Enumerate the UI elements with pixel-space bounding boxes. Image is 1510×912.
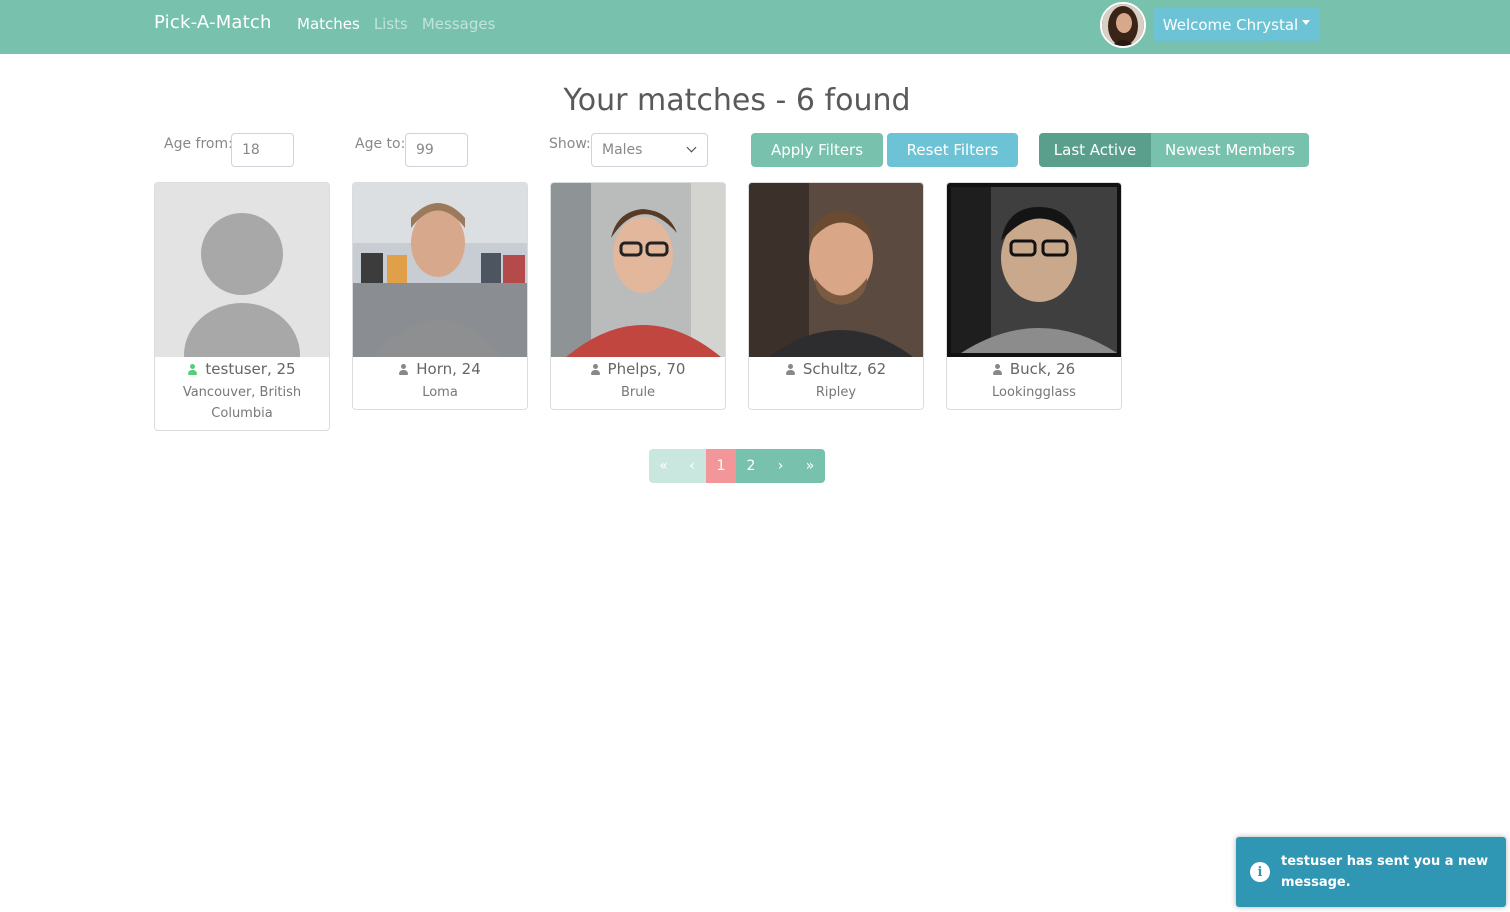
age-to-label: Age to: [355, 136, 406, 152]
brand-link[interactable]: Pick-A-Match [154, 12, 272, 33]
reset-filters-button[interactable]: Reset Filters [887, 133, 1018, 167]
caret-down-icon [1302, 20, 1311, 25]
user-icon [992, 364, 1002, 375]
member-name-row: Buck, 26 [947, 360, 1121, 378]
member-name: Schultz, 62 [802, 360, 887, 378]
message-toast[interactable]: i testuser has sent you a new message. [1236, 837, 1506, 907]
member-name-row: Schultz, 62 [749, 360, 923, 378]
user-icon [590, 364, 600, 375]
member-photo [947, 183, 1121, 357]
member-city: Brule [620, 385, 656, 400]
member-card[interactable]: testuser, 25 Vancouver, British Columbia [154, 182, 330, 431]
member-city: Ripley [815, 385, 857, 400]
member-name: testuser, 25 [205, 360, 296, 378]
chevron-down-icon [686, 142, 697, 153]
welcome-dropdown-button[interactable]: Welcome Chrystal [1153, 8, 1320, 41]
member-name-row: testuser, 25 [155, 360, 329, 378]
sort-newest-members-button[interactable]: Newest Members [1151, 133, 1309, 167]
show-label: Show: [549, 136, 591, 152]
member-photo [551, 183, 725, 357]
info-icon: i [1250, 862, 1270, 882]
member-name: Phelps, 70 [607, 360, 686, 378]
sort-last-active-button[interactable]: Last Active [1039, 133, 1151, 167]
member-photo [353, 183, 527, 357]
toast-message: testuser has sent you a new message. [1281, 854, 1489, 890]
member-city: Lookingglass [992, 385, 1076, 400]
nav-link-messages[interactable]: Messages [422, 15, 496, 33]
member-name-row: Phelps, 70 [551, 360, 725, 378]
age-to-input[interactable]: 99 [405, 133, 468, 167]
member-card[interactable]: Schultz, 62 Ripley [748, 182, 924, 410]
page-2-button[interactable]: 2 [736, 449, 766, 483]
member-card[interactable]: Phelps, 70 Brule [550, 182, 726, 410]
gender-select[interactable]: Males [591, 133, 708, 167]
user-online-icon [188, 364, 198, 375]
member-card[interactable]: Horn, 24 Loma [352, 182, 528, 410]
member-name: Horn, 24 [416, 360, 481, 378]
apply-filters-button[interactable]: Apply Filters [751, 133, 883, 167]
gender-select-value: Males [602, 142, 643, 158]
user-icon [399, 364, 409, 375]
page-next-button[interactable]: › [766, 449, 795, 483]
member-name: Buck, 26 [1009, 360, 1076, 378]
user-avatar[interactable] [1100, 2, 1146, 48]
member-card[interactable]: Buck, 26 Lookingglass [946, 182, 1122, 410]
navbar: Pick-A-Match Matches Lists Messages Welc… [0, 0, 1510, 54]
pagination: « ‹ 1 2 › » [649, 449, 825, 483]
page-last-button[interactable]: » [795, 449, 825, 483]
member-city: Vancouver, British Columbia [182, 385, 302, 421]
user-icon [785, 364, 795, 375]
age-from-input[interactable]: 18 [231, 133, 294, 167]
page-first-button[interactable]: « [649, 449, 678, 483]
page-title: Your matches - 6 found [563, 83, 911, 118]
nav-link-matches[interactable]: Matches [297, 15, 360, 33]
welcome-label: Welcome Chrystal [1162, 15, 1299, 34]
nav-link-lists[interactable]: Lists [374, 15, 408, 33]
member-name-row: Horn, 24 [353, 360, 527, 378]
member-photo [749, 183, 923, 357]
member-city: Loma [422, 385, 458, 400]
age-from-label: Age from: [164, 136, 233, 152]
page-1-button[interactable]: 1 [706, 449, 736, 483]
nav-links: Matches Lists Messages [297, 15, 495, 33]
member-photo-placeholder [155, 183, 329, 357]
page-prev-button[interactable]: ‹ [678, 449, 706, 483]
